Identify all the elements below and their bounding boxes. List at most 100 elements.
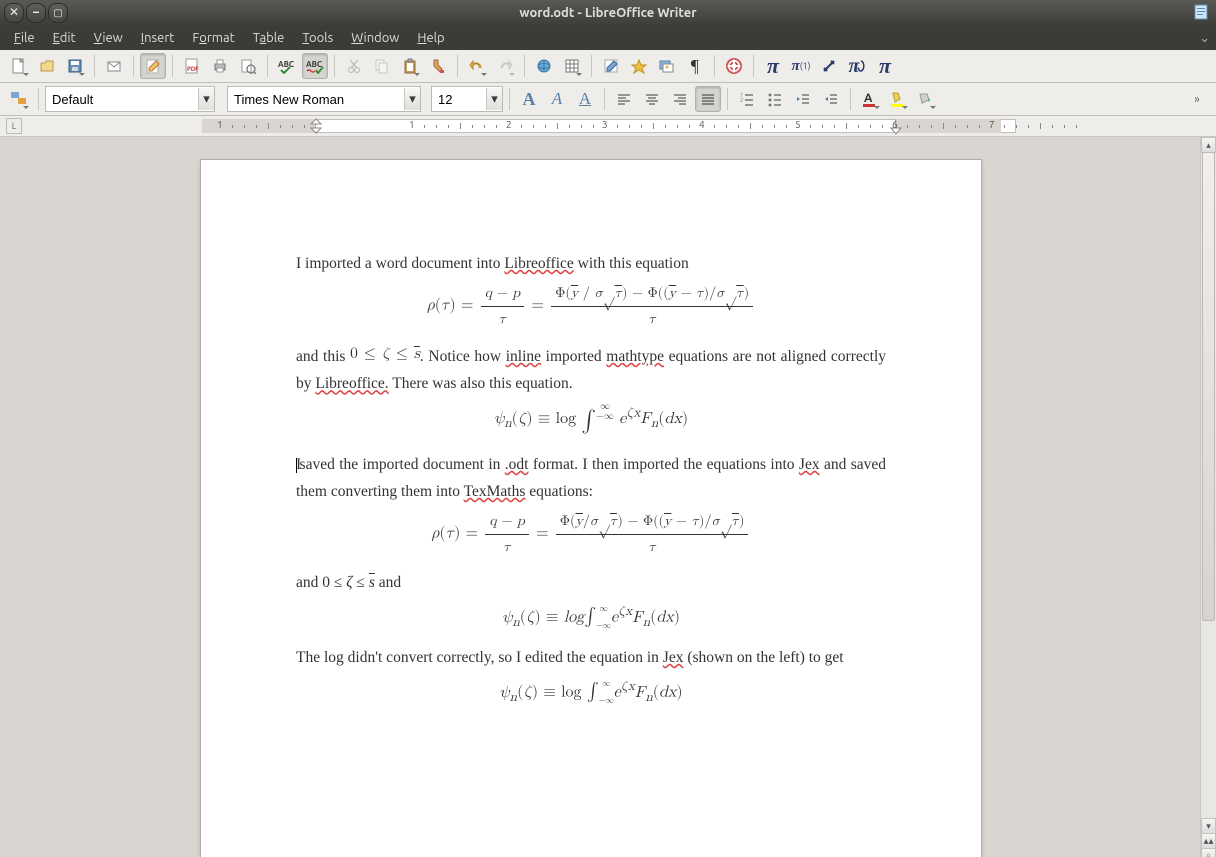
- italic-button[interactable]: A: [544, 86, 570, 112]
- document-page[interactable]: I imported a word document into Libreoff…: [200, 159, 982, 857]
- equation-display[interactable]: ψn(ζ) ≡ log ∫∞−∞ eζxFn(dx): [296, 401, 886, 441]
- highlight-button[interactable]: [885, 86, 911, 112]
- scrollbar-track[interactable]: [1201, 152, 1216, 819]
- menu-overflow-icon[interactable]: ⌄: [1199, 31, 1210, 46]
- font-name-input[interactable]: [228, 92, 404, 107]
- font-size-input[interactable]: [432, 92, 486, 107]
- toolbar-separator: [524, 55, 525, 77]
- toolbar-separator: [591, 55, 592, 77]
- nonprinting-characters-button[interactable]: ¶: [682, 53, 708, 79]
- paragraph[interactable]: I imported a word document into Libreoff…: [296, 250, 886, 277]
- decrease-indent-button[interactable]: [790, 86, 816, 112]
- texmaths-config-button[interactable]: [816, 53, 842, 79]
- texmaths-numbered-button[interactable]: π(1): [788, 53, 814, 79]
- insert-table-button[interactable]: [559, 53, 585, 79]
- paste-button[interactable]: [397, 53, 423, 79]
- previous-page-icon[interactable]: ▴▴: [1201, 833, 1216, 849]
- dropdown-icon[interactable]: ▾: [198, 88, 214, 110]
- toolbar-separator: [850, 88, 851, 110]
- numbered-list-button[interactable]: 12: [734, 86, 760, 112]
- font-size-combo[interactable]: ▾: [431, 86, 503, 112]
- vertical-scrollbar[interactable]: ▴ ▾ ▴▴ ◦ ▾▾: [1200, 137, 1216, 857]
- dropdown-icon[interactable]: ▾: [486, 88, 502, 110]
- menu-format[interactable]: Format: [184, 28, 242, 48]
- help-button[interactable]: [721, 53, 747, 79]
- align-left-button[interactable]: [611, 86, 637, 112]
- menu-window[interactable]: Window: [343, 28, 407, 48]
- toolbar-separator: [727, 88, 728, 110]
- paragraph[interactable]: The log didn't convert correctly, so I e…: [296, 644, 886, 671]
- print-button[interactable]: [207, 53, 233, 79]
- format-paintbrush-button[interactable]: [425, 53, 451, 79]
- bullet-list-button[interactable]: [762, 86, 788, 112]
- menu-tools[interactable]: Tools: [294, 28, 341, 48]
- redo-button[interactable]: [492, 53, 518, 79]
- texmaths-recompile-button[interactable]: π: [844, 53, 870, 79]
- navigator-button[interactable]: [626, 53, 652, 79]
- menu-file[interactable]: File: [6, 28, 43, 48]
- equation-display[interactable]: ρ(τ) = q − pτ = Φ(y/σ√τ) − Φ((y − τ)/σ√τ…: [296, 509, 886, 559]
- dropdown-icon[interactable]: ▾: [404, 88, 420, 110]
- styles-and-formatting-button[interactable]: [6, 86, 32, 112]
- font-name-combo[interactable]: ▾: [227, 86, 421, 112]
- hyperlink-button[interactable]: [531, 53, 557, 79]
- page-content[interactable]: I imported a word document into Libreoff…: [201, 160, 981, 709]
- texmaths-equation-button[interactable]: π: [760, 53, 786, 79]
- menu-insert[interactable]: Insert: [133, 28, 183, 48]
- bold-button[interactable]: A: [516, 86, 542, 112]
- save-button[interactable]: [62, 53, 88, 79]
- paragraph[interactable]: and 0 ≤ ζ ≤ s and: [296, 569, 886, 596]
- navigation-icon[interactable]: ◦: [1201, 848, 1216, 857]
- window-controls: ✕ – ▢: [4, 3, 68, 23]
- minimize-window-icon[interactable]: –: [26, 3, 46, 23]
- standard-toolbar: PDF ABC ABC ¶ π π(1) π π: [0, 50, 1216, 83]
- increase-indent-button[interactable]: [818, 86, 844, 112]
- underline-button[interactable]: A: [572, 86, 598, 112]
- align-justify-button[interactable]: [695, 86, 721, 112]
- new-document-button[interactable]: [6, 53, 32, 79]
- font-color-button[interactable]: A: [857, 86, 883, 112]
- equation-display[interactable]: ρ(τ) = q − pτ = Φ(y / σ√τ) − Φ((y − τ)/σ…: [296, 281, 886, 331]
- cut-button[interactable]: [341, 53, 367, 79]
- texmaths-about-button[interactable]: π: [872, 53, 898, 79]
- scroll-down-icon[interactable]: ▾: [1201, 818, 1216, 834]
- toolbar-overflow-icon[interactable]: »: [1184, 86, 1210, 112]
- menu-edit[interactable]: Edit: [45, 28, 84, 48]
- toolbar-separator: [334, 55, 335, 77]
- paragraph[interactable]: I saved the imported document in .odt fo…: [296, 451, 886, 505]
- paragraph-style-input[interactable]: [46, 92, 198, 107]
- align-center-button[interactable]: [639, 86, 665, 112]
- print-preview-button[interactable]: [235, 53, 261, 79]
- tab-stop-icon[interactable]: L: [6, 118, 22, 134]
- toolbar-separator: [267, 55, 268, 77]
- maximize-window-icon[interactable]: ▢: [48, 3, 68, 23]
- edit-file-button[interactable]: [140, 53, 166, 79]
- undo-button[interactable]: [464, 53, 490, 79]
- menu-table[interactable]: Table: [245, 28, 293, 48]
- equation-display[interactable]: ψn(ζ) ≡ log ∫∞−∞eζxFn(dx): [296, 675, 886, 709]
- menu-view[interactable]: View: [86, 28, 131, 48]
- menu-help[interactable]: Help: [409, 28, 452, 48]
- align-right-button[interactable]: [667, 86, 693, 112]
- show-draw-functions-button[interactable]: [598, 53, 624, 79]
- toolbar-separator: [133, 55, 134, 77]
- horizontal-ruler[interactable]: 11234567: [202, 117, 1216, 135]
- scroll-up-icon[interactable]: ▴: [1201, 137, 1216, 153]
- background-color-button[interactable]: [913, 86, 939, 112]
- copy-button[interactable]: [369, 53, 395, 79]
- svg-text:ABC: ABC: [278, 60, 294, 69]
- paragraph-style-combo[interactable]: ▾: [45, 86, 215, 112]
- export-pdf-button[interactable]: PDF: [179, 53, 205, 79]
- document-area[interactable]: I imported a word document into Libreoff…: [0, 137, 1216, 857]
- spellcheck-button[interactable]: ABC: [274, 53, 300, 79]
- open-button[interactable]: [34, 53, 60, 79]
- scrollbar-thumb[interactable]: [1202, 152, 1215, 621]
- indent-marker-icon[interactable]: [310, 118, 322, 136]
- email-document-button[interactable]: [101, 53, 127, 79]
- close-window-icon[interactable]: ✕: [4, 3, 24, 23]
- gallery-button[interactable]: [654, 53, 680, 79]
- paragraph[interactable]: and this 0 ≤ ζ ≤ s. Notice how inline im…: [296, 341, 886, 397]
- equation-display[interactable]: ψn(ζ) ≡ log∫∞−∞eζxFn(dx): [296, 600, 886, 634]
- auto-spellcheck-button[interactable]: ABC: [302, 53, 328, 79]
- toolbar-separator: [753, 55, 754, 77]
